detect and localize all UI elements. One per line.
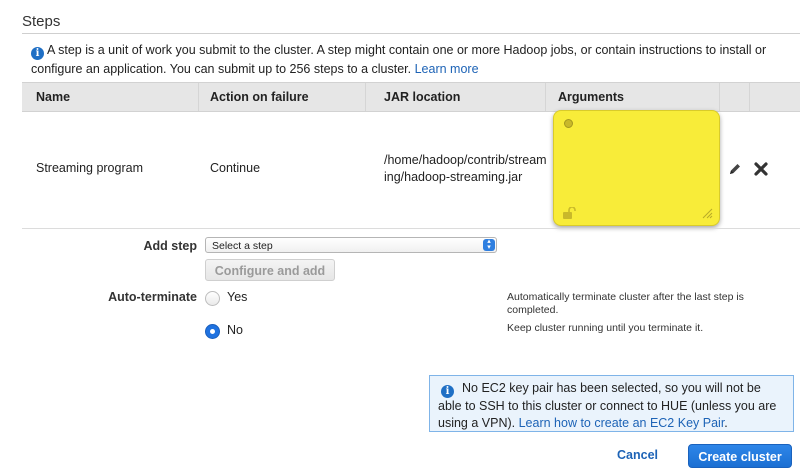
unlock-icon[interactable] (562, 207, 576, 219)
help-text-yes: Automatically terminate cluster after th… (507, 291, 767, 317)
step-name-cell: Streaming program (36, 161, 143, 175)
help-line: Keep cluster running until you terminate… (507, 322, 704, 334)
jar-line-1: /home/hadoop/contrib/stream (384, 153, 547, 167)
step-jar-cell: /home/hadoop/contrib/stream ing/hadoop-s… (384, 152, 547, 186)
column-header-jar-location: JAR location (384, 90, 461, 104)
column-header-action-on-failure: Action on failure (210, 90, 309, 104)
radio-yes[interactable] (205, 291, 220, 306)
pencil-icon[interactable] (728, 162, 742, 176)
alert-period: . (724, 416, 728, 430)
column-header-arguments: Arguments (558, 90, 624, 104)
help-line: Automatically terminate cluster after th… (507, 291, 744, 303)
create-key-pair-link[interactable]: Learn how to create an EC2 Key Pair (519, 416, 725, 430)
column-separator (545, 83, 546, 111)
create-cluster-button[interactable]: Create cluster (688, 444, 792, 468)
intro-text: A step is a unit of work you submit to t… (31, 43, 767, 76)
add-step-select[interactable]: Select a step ▴ ▾ (205, 237, 497, 253)
column-header-name: Name (36, 90, 71, 104)
key-pair-alert: i No EC2 key pair has been selected, so y… (429, 375, 794, 432)
pin-icon (564, 119, 573, 128)
step-action-cell: Continue (210, 161, 261, 175)
resize-grip-icon[interactable] (701, 207, 713, 219)
configure-and-add-button[interactable]: Configure and add (205, 259, 335, 281)
auto-terminate-label: Auto-terminate (108, 290, 197, 304)
column-separator (719, 83, 720, 111)
radio-no[interactable] (205, 324, 220, 339)
row-divider (22, 228, 800, 229)
select-value: Select a step (212, 240, 273, 252)
column-separator (749, 83, 750, 111)
learn-more-link[interactable]: Learn more (415, 62, 479, 76)
radio-yes-label[interactable]: Yes (227, 290, 247, 304)
help-line: completed. (507, 304, 559, 316)
cancel-button[interactable]: Cancel (617, 448, 658, 462)
info-icon: i (441, 385, 454, 398)
steps-table-header: Name Action on failure JAR location Argu… (22, 82, 800, 112)
help-text-no: Keep cluster running until you terminate… (507, 322, 767, 335)
chevron-updown-icon: ▴ ▾ (483, 238, 495, 251)
close-icon[interactable] (754, 162, 768, 176)
column-separator (365, 83, 366, 111)
steps-intro: iA step is a unit of work you submit to … (31, 41, 771, 78)
section-title: Steps (22, 13, 61, 30)
radio-no-label[interactable]: No (227, 323, 243, 337)
add-step-label: Add step (143, 239, 197, 253)
title-divider (22, 33, 800, 34)
info-icon: i (31, 47, 44, 60)
sticky-note[interactable] (553, 110, 720, 226)
jar-line-2: ing/hadoop-streaming.jar (384, 170, 523, 184)
column-separator (198, 83, 199, 111)
